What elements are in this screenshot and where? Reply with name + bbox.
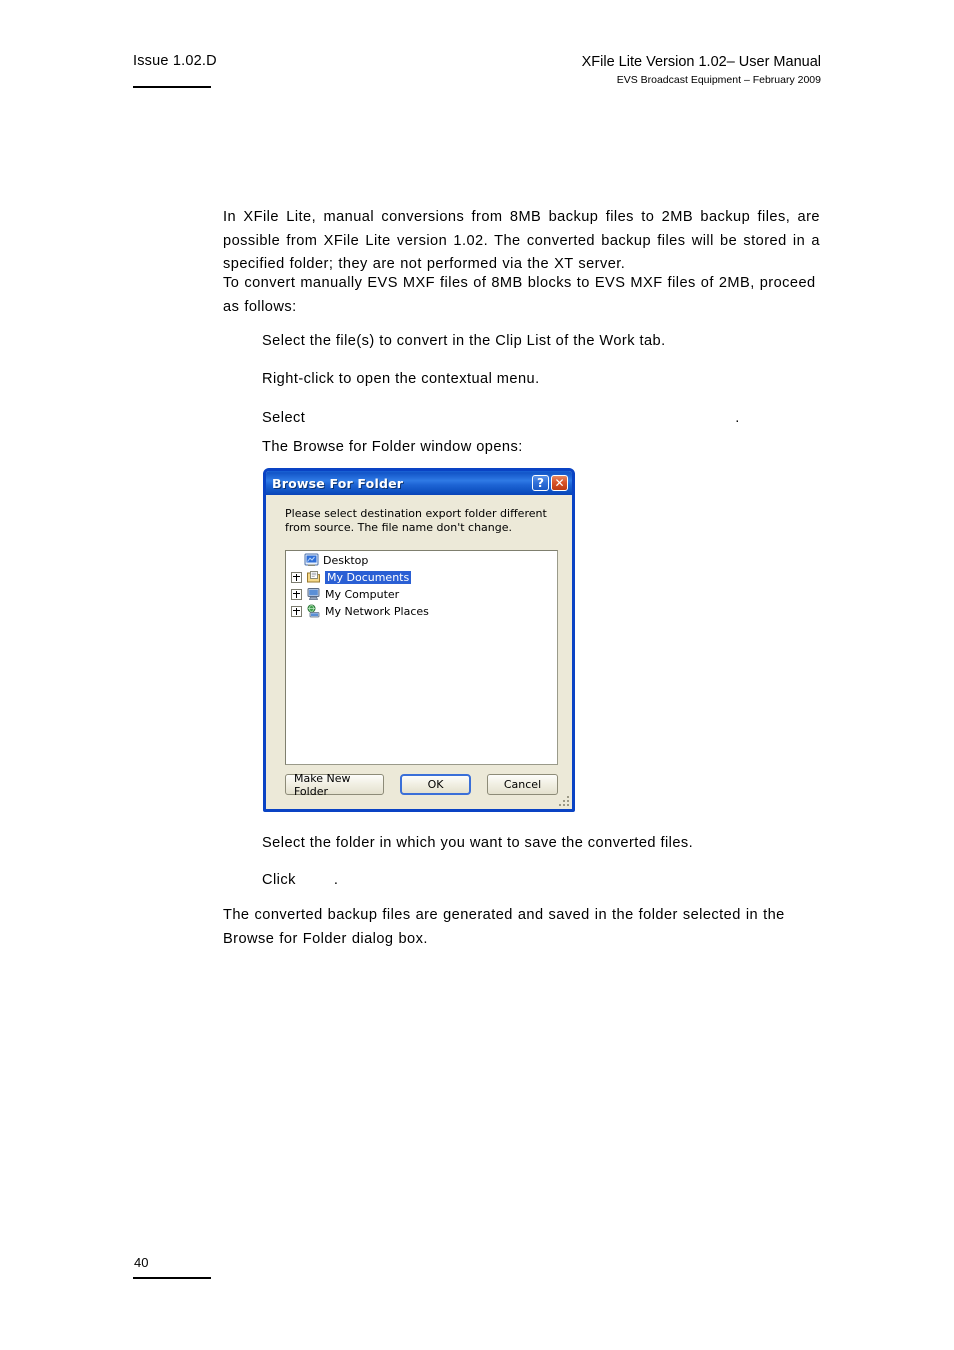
tree-item-my-documents[interactable]: My Documents bbox=[286, 569, 557, 585]
resize-gripper-icon[interactable] bbox=[557, 794, 569, 806]
step-click-prefix: Click bbox=[262, 872, 296, 888]
ok-button[interactable]: OK bbox=[400, 774, 471, 795]
page-header: Issue 1.02.D XFile Lite Version 1.02– Us… bbox=[0, 0, 954, 100]
my-network-places-icon bbox=[306, 604, 321, 618]
titlebar-buttons: ? ✕ bbox=[532, 475, 568, 491]
dialog-titlebar[interactable]: Browse For Folder ? ✕ bbox=[266, 471, 572, 495]
dialog-button-row: Make New Folder OK Cancel bbox=[285, 772, 558, 798]
browse-for-folder-dialog[interactable]: Browse For Folder ? ✕ Please select dest… bbox=[263, 468, 575, 812]
manual-title: XFile Lite Version 1.02– User Manual bbox=[581, 54, 821, 70]
step-window-opens: The Browse for Folder window opens: bbox=[262, 439, 523, 455]
tree-item-my-network-places[interactable]: My Network Places bbox=[286, 603, 557, 619]
dialog-body: Please select destination export folder … bbox=[266, 495, 572, 809]
header-rule bbox=[133, 86, 211, 88]
manual-subtitle: EVS Broadcast Equipment – February 2009 bbox=[616, 74, 821, 86]
cancel-button[interactable]: Cancel bbox=[487, 774, 558, 795]
step-select-menu-item: Select. bbox=[262, 407, 822, 431]
tree-item-desktop[interactable]: Desktop bbox=[286, 552, 557, 568]
footer-rule bbox=[133, 1277, 211, 1279]
tree-item-label: Desktop bbox=[323, 553, 369, 567]
dialog-instruction: Please select destination export folder … bbox=[285, 507, 547, 534]
paragraph-procedure-intro: To convert manually EVS MXF files of 8MB… bbox=[223, 275, 816, 315]
issue-label: Issue 1.02.D bbox=[133, 53, 217, 69]
page-number: 40 bbox=[134, 1255, 149, 1270]
tree-item-my-computer[interactable]: My Computer bbox=[286, 586, 557, 602]
expand-plus-icon[interactable] bbox=[291, 605, 302, 617]
close-icon[interactable]: ✕ bbox=[551, 475, 568, 491]
help-icon[interactable]: ? bbox=[532, 475, 549, 491]
step-select-folder: Select the folder in which you want to s… bbox=[262, 835, 694, 851]
tree-item-label: My Network Places bbox=[325, 604, 429, 618]
step-select-suffix: . bbox=[735, 410, 740, 426]
step-select-files: Select the file(s) to convert in the Cli… bbox=[262, 333, 666, 349]
step-select-prefix: Select bbox=[262, 410, 306, 426]
folder-tree-panel[interactable]: Desktop My Documents My Computer My Netw… bbox=[285, 550, 558, 765]
step-right-click: Right-click to open the contextual menu. bbox=[262, 371, 540, 387]
desktop-icon bbox=[304, 553, 319, 567]
step-click-suffix: . bbox=[333, 872, 339, 888]
my-computer-icon bbox=[306, 587, 321, 601]
tree-item-label: My Computer bbox=[325, 587, 400, 601]
step-click-button: Click. bbox=[262, 869, 822, 893]
expand-plus-icon[interactable] bbox=[291, 571, 302, 583]
tree-item-label: My Documents bbox=[325, 570, 412, 584]
paragraph-result: The converted backup files are generated… bbox=[223, 907, 785, 947]
expand-plus-icon[interactable] bbox=[291, 588, 302, 600]
paragraph-intro: In XFile Lite, manual conversions from 8… bbox=[223, 209, 820, 272]
dialog-title: Browse For Folder bbox=[272, 475, 404, 491]
make-new-folder-button[interactable]: Make New Folder bbox=[285, 772, 384, 798]
my-documents-icon bbox=[306, 570, 321, 584]
